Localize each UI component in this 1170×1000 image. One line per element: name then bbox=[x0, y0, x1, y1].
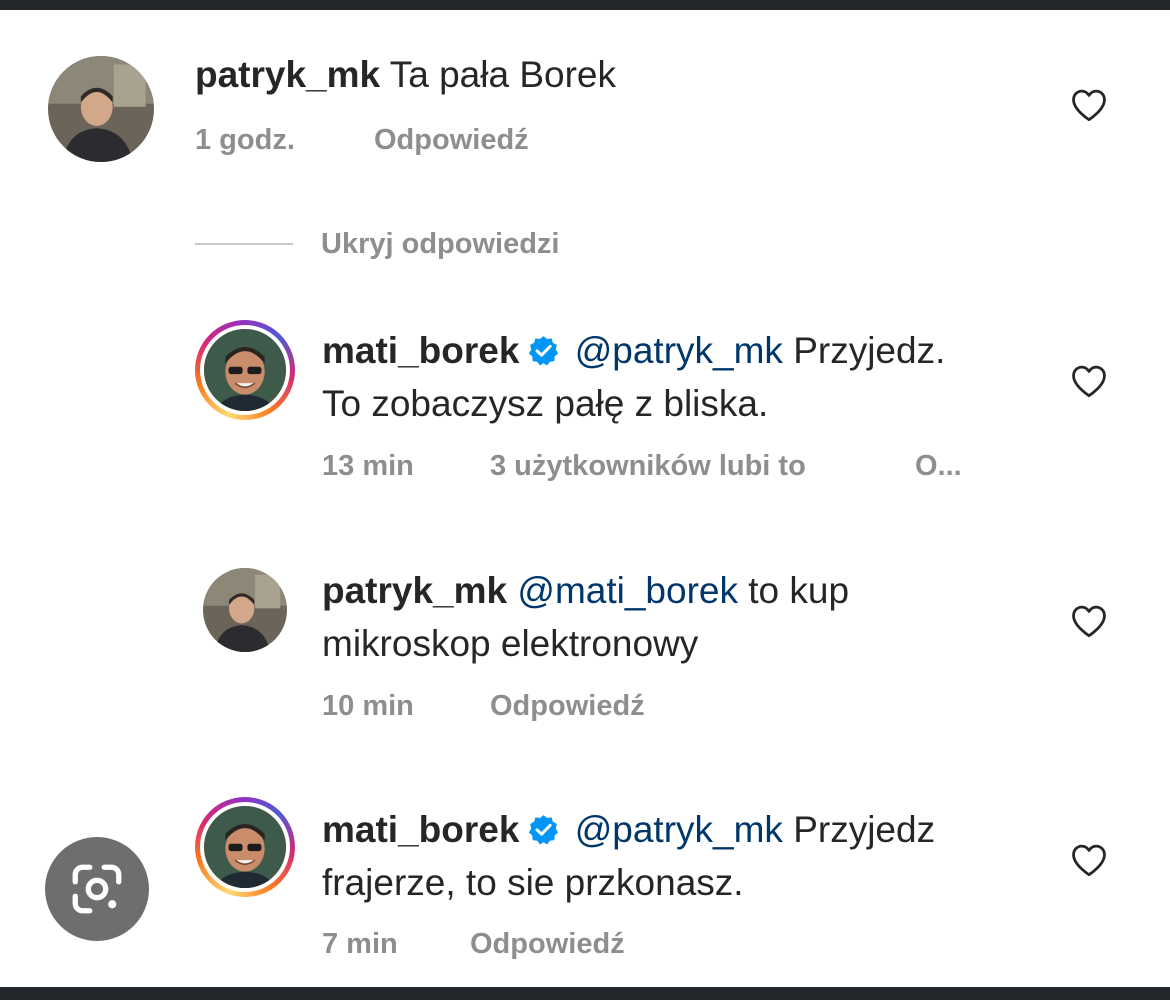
comment-time: 1 godz. bbox=[195, 124, 295, 156]
reply-button[interactable]: Odpowiedź bbox=[490, 690, 645, 723]
heart-outline-icon[interactable] bbox=[1070, 88, 1108, 122]
comment-text: Ta pała Borek bbox=[389, 54, 616, 95]
avatar-photo bbox=[204, 806, 286, 888]
heart-outline-icon[interactable] bbox=[1070, 364, 1108, 398]
hide-replies-toggle[interactable]: Ukryj odpowiedzi bbox=[195, 222, 559, 266]
comment-text-line1: Przyjedz bbox=[793, 809, 936, 850]
avatar-photo bbox=[48, 56, 154, 162]
heart-outline-icon[interactable] bbox=[1070, 843, 1108, 877]
google-lens-button[interactable] bbox=[45, 837, 149, 941]
comment-body: mati_borek @patryk_mk Przyjedz bbox=[322, 805, 935, 855]
comment-body: patryk_mk Ta pała Borek bbox=[195, 50, 616, 100]
comment-text-line2: frajerze, to sie przkonasz. bbox=[322, 862, 744, 903]
comment-username[interactable]: patryk_mk bbox=[322, 570, 507, 611]
reply-button[interactable]: O... bbox=[915, 450, 962, 483]
hide-replies-divider bbox=[195, 243, 293, 245]
heart-outline-icon[interactable] bbox=[1070, 604, 1108, 638]
avatar-mati-borek[interactable] bbox=[195, 797, 295, 897]
avatar-photo bbox=[204, 329, 286, 411]
comment-body: patryk_mk @mati_borek to kup bbox=[322, 566, 849, 616]
avatar-patryk-mk[interactable] bbox=[203, 568, 287, 652]
hide-replies-label: Ukryj odpowiedzi bbox=[321, 227, 560, 260]
comment-time: 7 min bbox=[322, 928, 398, 960]
avatar-patryk-mk[interactable] bbox=[48, 56, 154, 162]
verified-badge-icon bbox=[529, 336, 559, 366]
comment-text-line1: to kup bbox=[748, 570, 850, 611]
mention-link[interactable]: @mati_borek bbox=[517, 570, 738, 611]
avatar-photo bbox=[203, 568, 287, 652]
reply-button[interactable]: Odpowiedź bbox=[470, 928, 625, 961]
top-frame-bar bbox=[0, 0, 1170, 10]
mention-link[interactable]: @patryk_mk bbox=[575, 809, 783, 850]
comment-time: 13 min bbox=[322, 450, 414, 482]
avatar-mati-borek[interactable] bbox=[195, 320, 295, 420]
bottom-frame-bar bbox=[0, 987, 1170, 1000]
google-lens-icon bbox=[72, 864, 122, 914]
comment-text-line2: To zobaczysz pałę z bliska. bbox=[322, 383, 769, 424]
likes-count-link[interactable]: 3 użytkowników lubi to bbox=[490, 450, 806, 483]
mention-link[interactable]: @patryk_mk bbox=[575, 330, 783, 371]
comment-text-line1: Przyjedz. bbox=[793, 330, 946, 371]
comment-username[interactable]: mati_borek bbox=[322, 330, 519, 371]
verified-badge-icon bbox=[529, 815, 559, 845]
reply-button[interactable]: Odpowiedź bbox=[374, 124, 529, 157]
comment-time: 10 min bbox=[322, 690, 414, 722]
comment-text-line2: mikroskop elektronowy bbox=[322, 623, 699, 664]
comment-body: mati_borek @patryk_mk Przyjedz. bbox=[322, 326, 945, 376]
comment-username[interactable]: mati_borek bbox=[322, 809, 519, 850]
comment-username[interactable]: patryk_mk bbox=[195, 54, 380, 95]
